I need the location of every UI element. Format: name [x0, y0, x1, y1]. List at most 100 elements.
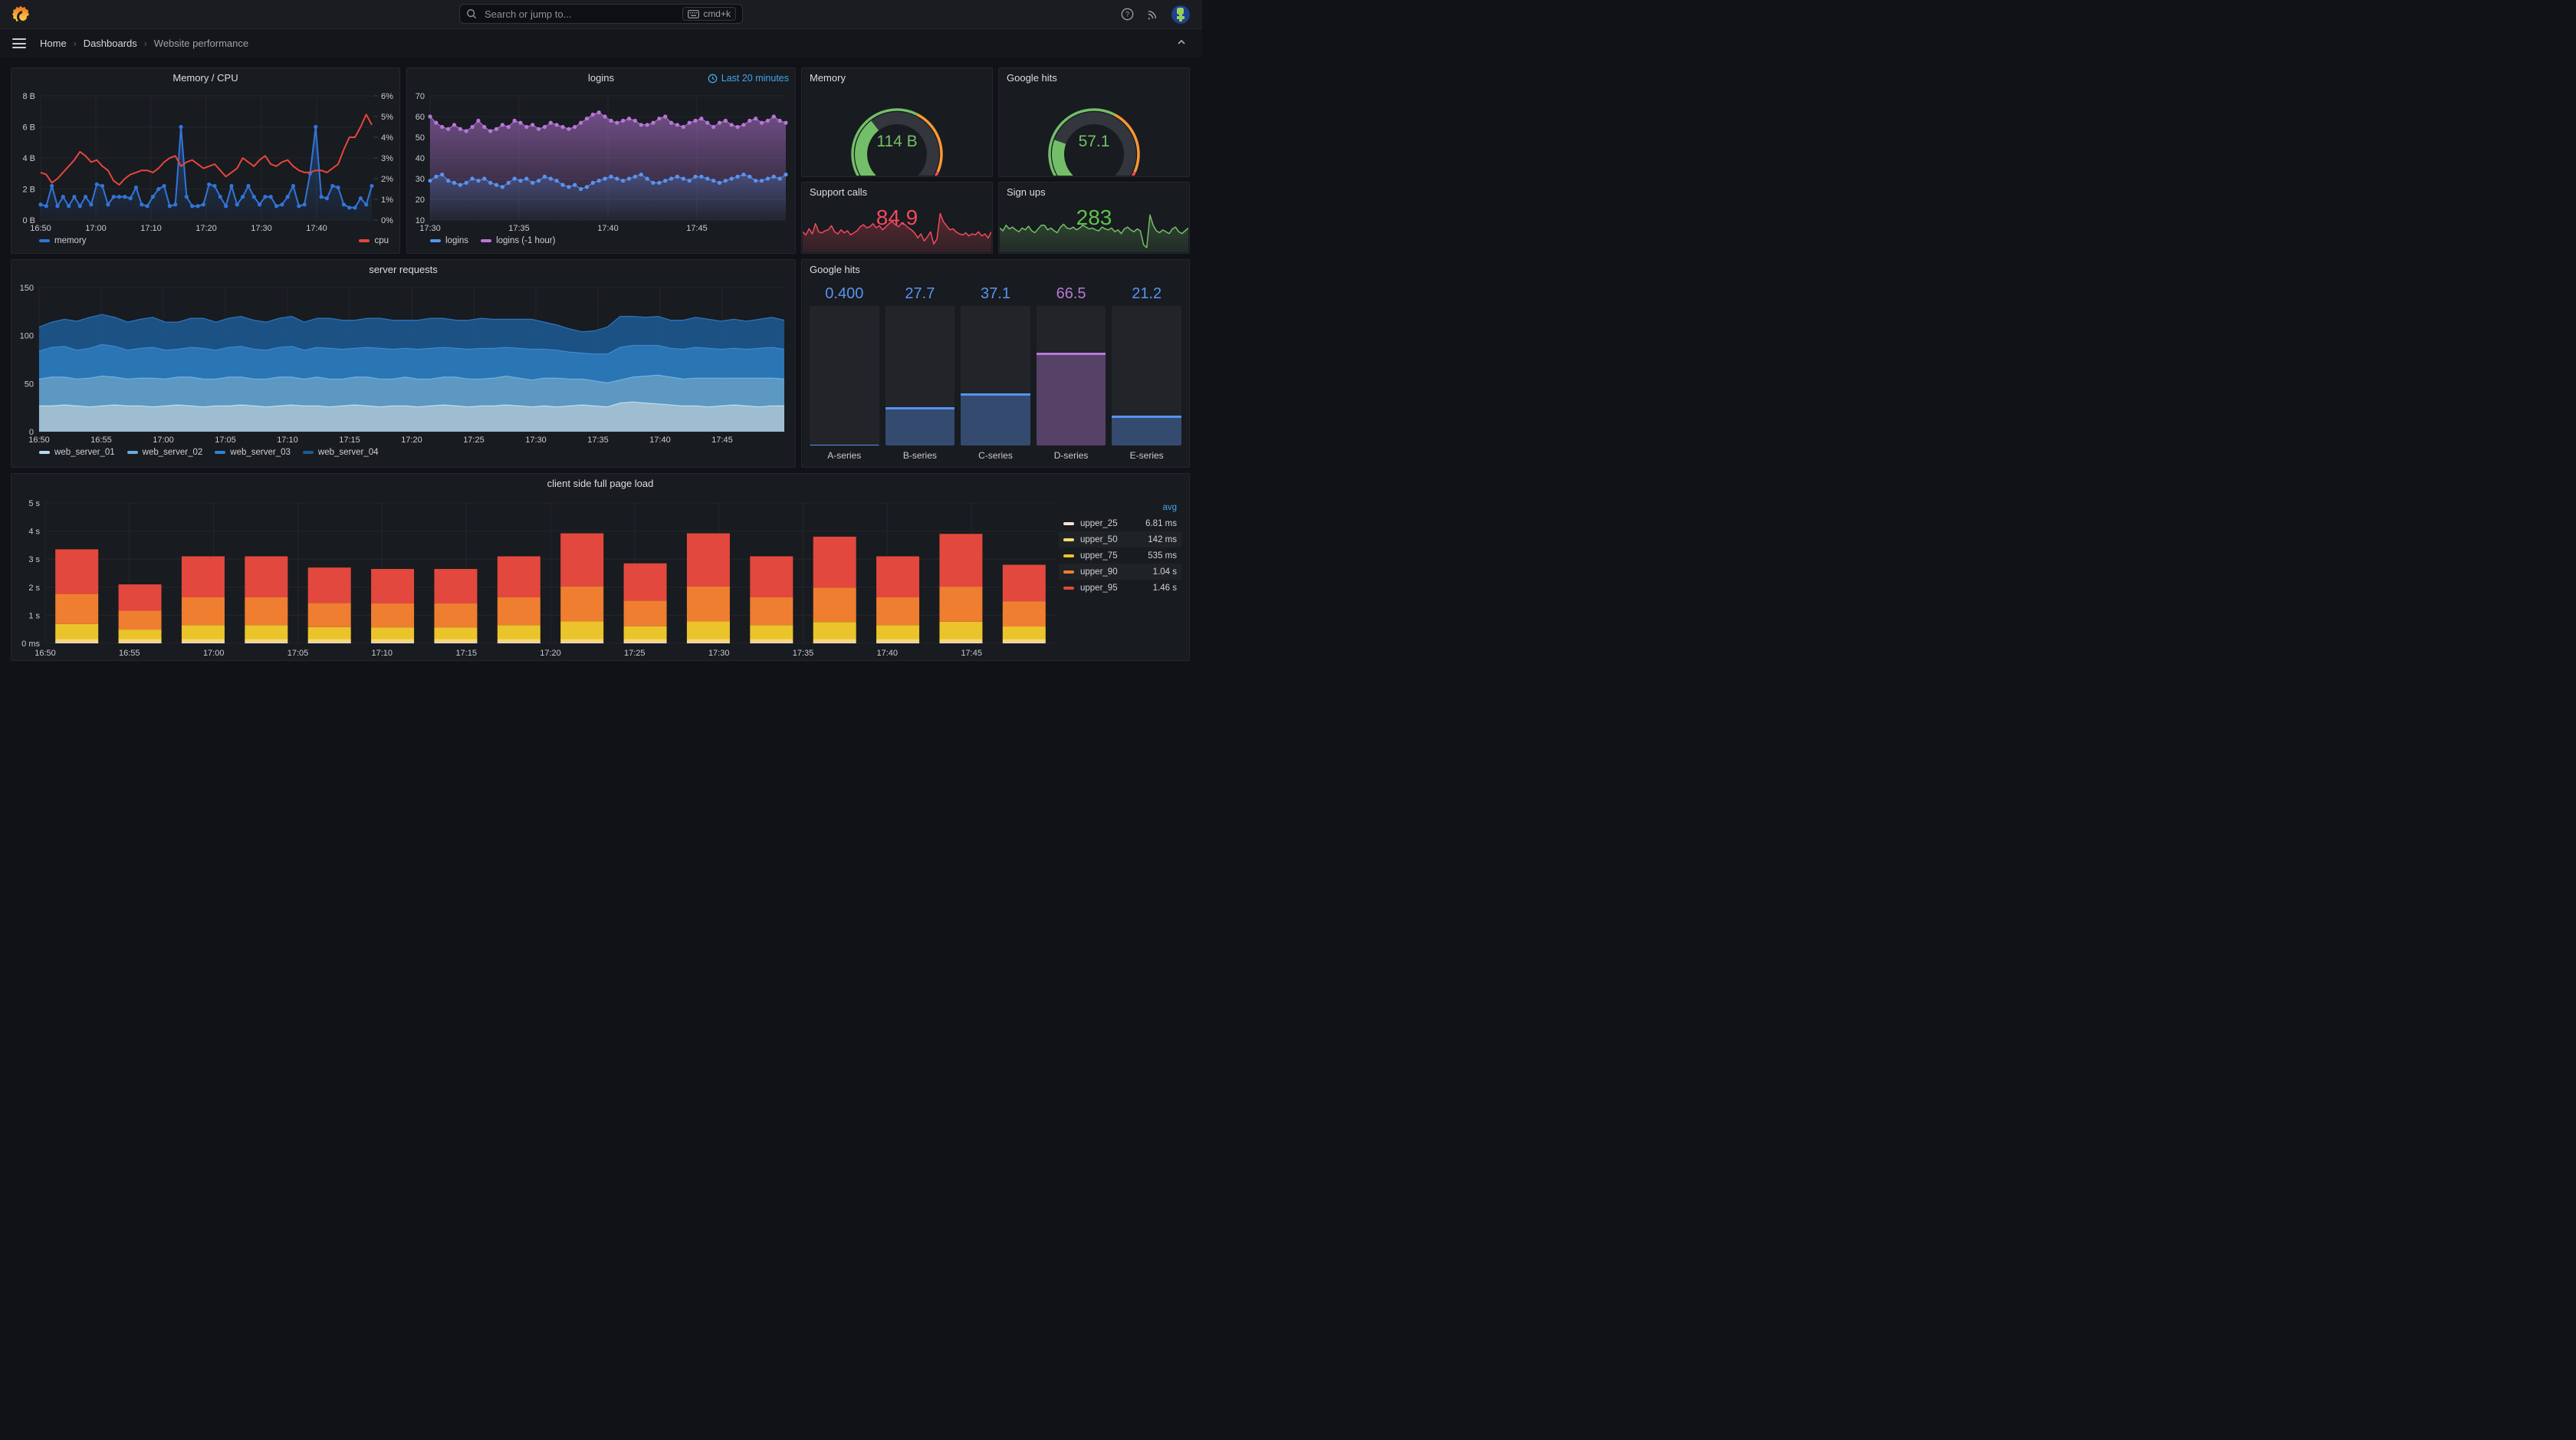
server-requests-chart[interactable]: 0 50 100 150 16:50 16:55 17:00 17:05 17:10 17:15 1…	[12, 280, 795, 445]
svg-text:?: ?	[1125, 11, 1129, 18]
bar-gauge-track	[1036, 306, 1106, 445]
logins-chart[interactable]: 10 20 30 40 50 60 70 17:30 17:35 17:40 17:45	[407, 88, 795, 234]
legend-swatch	[359, 239, 370, 242]
panel-title[interactable]: server requests	[12, 260, 795, 280]
legend-series-name: upper_95	[1080, 583, 1118, 593]
bar-gauge-column[interactable]: 66.5 D-series	[1036, 283, 1106, 464]
bar-gauge-value: 37.1	[981, 285, 1010, 302]
legend-row-upper_75[interactable]: upper_75 535 ms	[1059, 547, 1181, 564]
svg-text:30: 30	[416, 175, 425, 184]
panel-title[interactable]: Memory	[802, 68, 992, 88]
legend-avg-value: 142 ms	[1148, 534, 1177, 544]
legend-label: web_server_01	[54, 448, 115, 457]
bar-gauge-column[interactable]: 27.7 B-series	[885, 283, 955, 464]
memory-cpu-chart[interactable]: 0 B2 B4 B6 B8 B 0% 1% 2% 3% 4% 5% 6% 16:50 17:00 1…	[12, 88, 399, 234]
svg-text:17:30: 17:30	[525, 436, 547, 445]
svg-text:100: 100	[20, 332, 34, 341]
legend-item[interactable]: web_server_01	[39, 448, 115, 457]
bar-gauge-column[interactable]: 21.2 E-series	[1112, 283, 1181, 464]
svg-text:17:35: 17:35	[508, 224, 530, 233]
client-load-chart[interactable]: 0 ms 1 s 2 s 3 s 4 s 5 s 16:50 16:55 17:00 17:05 1…	[12, 494, 1060, 659]
panel-title[interactable]: client side full page load	[12, 474, 1189, 494]
clock-icon	[708, 74, 718, 83]
legend-swatch	[127, 451, 138, 454]
svg-text:17:30: 17:30	[419, 224, 441, 233]
legend-item[interactable]: logins (-1 hour)	[481, 236, 555, 245]
user-avatar[interactable]	[1171, 5, 1190, 24]
svg-text:70: 70	[416, 92, 425, 101]
svg-text:2%: 2%	[381, 175, 393, 184]
bar-gauge-label: A-series	[827, 450, 862, 461]
svg-text:0%: 0%	[381, 216, 393, 225]
legend-avg-value: 1.46 s	[1152, 583, 1177, 593]
google-hits-gauge-value: 57.1	[1078, 133, 1110, 150]
grafana-logo[interactable]	[12, 5, 29, 23]
panel-title[interactable]: Google hits	[999, 68, 1189, 88]
legend-row-upper_50[interactable]: upper_50 142 ms	[1059, 531, 1181, 547]
svg-text:50: 50	[416, 133, 425, 143]
bar-gauge-column[interactable]: 37.1 C-series	[961, 283, 1030, 464]
legend-row-upper_90[interactable]: upper_90 1.04 s	[1059, 564, 1181, 580]
svg-text:17:10: 17:10	[140, 224, 162, 233]
breadcrumb-home[interactable]: Home	[40, 38, 67, 49]
legend-label: logins (-1 hour)	[496, 236, 556, 245]
logins-legend: logins logins (-1 hour)	[407, 234, 795, 245]
search-input[interactable]	[483, 7, 683, 21]
legend-label: web_server_03	[230, 448, 291, 457]
legend-avg-header[interactable]: avg	[1059, 500, 1181, 515]
legend-label: web_server_02	[142, 448, 203, 457]
collapse-chevron-up-icon[interactable]	[1176, 37, 1187, 50]
client-load-legend-table: avg upper_25 6.81 ms upper_50 142 ms upper_75…	[1059, 500, 1181, 596]
svg-text:17:00: 17:00	[203, 649, 225, 658]
bar-gauge-column[interactable]: 0.400 A-series	[810, 283, 879, 464]
bar-gauge-track	[1112, 306, 1181, 445]
svg-text:5 s: 5 s	[28, 499, 40, 508]
svg-text:4 s: 4 s	[28, 528, 40, 537]
sign-ups-value: 283	[1076, 205, 1112, 229]
search-box[interactable]: cmd+k	[459, 4, 743, 24]
legend-label: cpu	[374, 236, 389, 245]
memory-gauge-value: 114 B	[876, 133, 918, 150]
panel-title[interactable]: Support calls	[802, 182, 992, 202]
svg-text:6%: 6%	[381, 92, 393, 101]
svg-text:17:25: 17:25	[624, 649, 646, 658]
keyboard-icon	[688, 9, 700, 18]
help-icon[interactable]: ?	[1121, 8, 1134, 21]
legend-item[interactable]: web_server_02	[127, 448, 203, 457]
svg-text:17:35: 17:35	[793, 649, 814, 658]
legend-item[interactable]: web_server_03	[215, 448, 291, 457]
shortcut-label: cmd+k	[703, 8, 731, 19]
panel-title[interactable]: Memory / CPU	[12, 68, 399, 88]
svg-text:2 s: 2 s	[28, 584, 40, 593]
svg-text:17:00: 17:00	[85, 224, 107, 233]
legend-item[interactable]: memory	[39, 236, 87, 245]
support-calls-value: 84.9	[876, 205, 918, 229]
legend-item[interactable]: web_server_04	[302, 448, 379, 457]
svg-text:17:00: 17:00	[153, 436, 174, 445]
legend-item[interactable]: cpu	[359, 236, 389, 245]
legend-series-name: upper_75	[1080, 551, 1118, 561]
menu-toggle-icon[interactable]	[12, 36, 26, 51]
svg-text:17:40: 17:40	[877, 649, 899, 658]
legend-row-upper_95[interactable]: upper_95 1.46 s	[1059, 580, 1181, 596]
bar-gauge-value: 27.7	[905, 285, 935, 302]
svg-text:20: 20	[416, 196, 425, 205]
legend-avg-value: 535 ms	[1148, 551, 1177, 561]
legend-label: logins	[445, 236, 469, 245]
dashboard-grid: Memory / CPU 0 B2 B4 B6 B8 B 0% 1% 2% 3% 4% 5%…	[0, 58, 1202, 672]
time-range-badge[interactable]: Last 20 minutes	[708, 68, 789, 88]
svg-text:17:35: 17:35	[587, 436, 609, 445]
panel-memory-cpu: Memory / CPU 0 B2 B4 B6 B8 B 0% 1% 2% 3% 4% 5%…	[11, 67, 400, 254]
panel-title[interactable]: Sign ups	[999, 182, 1189, 202]
panel-title[interactable]: Google hits	[802, 260, 1189, 280]
svg-text:17:30: 17:30	[708, 649, 730, 658]
panel-server-requests: server requests 0 50 100 150 16:50 16:55 17:00…	[11, 259, 796, 468]
svg-text:16:50: 16:50	[28, 436, 50, 445]
legend-swatch	[1063, 538, 1074, 541]
legend-item[interactable]: logins	[430, 236, 468, 245]
svg-text:17:20: 17:20	[540, 649, 561, 658]
legend-swatch	[39, 451, 50, 454]
legend-row-upper_25[interactable]: upper_25 6.81 ms	[1059, 515, 1181, 531]
news-rss-icon[interactable]	[1146, 8, 1159, 21]
breadcrumb-dashboards[interactable]: Dashboards	[84, 38, 137, 49]
